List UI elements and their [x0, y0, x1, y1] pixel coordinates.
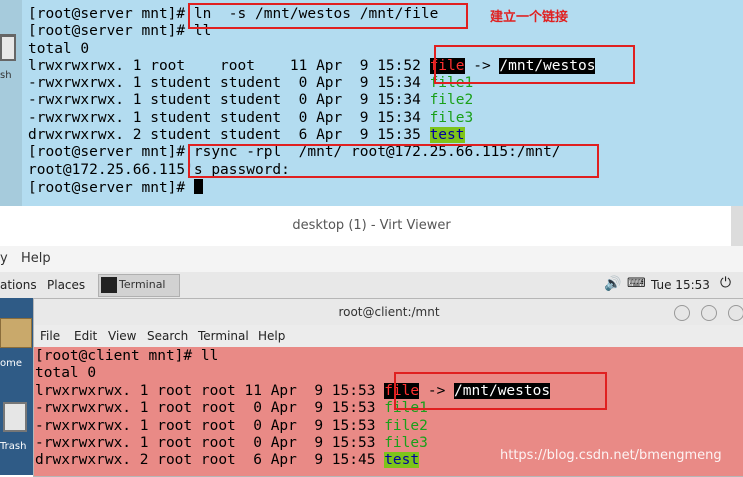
minimize-button[interactable]	[674, 305, 690, 321]
trash-icon[interactable]	[0, 34, 16, 61]
client-menubar: File Edit View Search Terminal Help	[34, 325, 743, 347]
terminal-icon	[101, 277, 117, 293]
annotation-box-rsync	[188, 144, 599, 178]
cursor	[193, 178, 203, 194]
clock[interactable]: Tue 15:53	[651, 278, 710, 292]
menu-view[interactable]: y	[0, 251, 8, 266]
virt-viewer-titlebar: desktop (1) - Virt Viewer	[0, 206, 743, 247]
menu-help[interactable]: Help	[258, 329, 285, 343]
terminal-line: -rwxrwxrwx. 1 student student 0 Apr 9 15…	[28, 75, 474, 92]
trash-icon[interactable]	[3, 402, 27, 432]
terminal-line: -rwxrwxrwx. 1 root root 0 Apr 9 15:53 fi…	[35, 417, 428, 434]
home-folder-icon[interactable]	[0, 318, 32, 348]
volume-icon[interactable]: 🔊	[604, 276, 621, 292]
network-icon[interactable]: ⌨	[627, 276, 646, 291]
places-menu[interactable]: Places	[47, 278, 85, 292]
terminal-line: total 0	[28, 40, 90, 57]
scrollbar[interactable]	[731, 206, 743, 246]
close-button[interactable]	[728, 305, 743, 321]
server-terminal[interactable]: sh [root@server mnt]# ln -s /mnt/westos …	[0, 0, 743, 206]
terminal-line: [root@server mnt]#	[28, 178, 203, 196]
top-panel: ations Places Terminal 🔊 ⌨ Tue 15:53 ⏻	[0, 272, 743, 299]
terminal-line: -rwxrwxrwx. 1 root root 0 Apr 9 15:53 fi…	[35, 435, 428, 452]
maximize-button[interactable]	[701, 305, 717, 321]
terminal-line: [root@client mnt]# ll	[35, 348, 219, 364]
taskbar-terminal-label: Terminal	[119, 278, 166, 291]
menu-help[interactable]: Help	[21, 251, 51, 266]
terminal-line: -rwxrwxrwx. 1 student student 0 Apr 9 15…	[28, 92, 474, 109]
annotation-box-ln	[188, 3, 468, 29]
terminal-line: -rwxrwxrwx. 1 root root 0 Apr 9 15:53 fi…	[35, 400, 428, 417]
taskbar-terminal[interactable]: Terminal	[98, 274, 180, 297]
menu-edit[interactable]: Edit	[74, 329, 97, 343]
terminal-line: -rwxrwxrwx. 1 student student 0 Apr 9 15…	[28, 109, 474, 126]
desktop-strip	[0, 0, 22, 206]
terminal-line: drwxrwxrwx. 2 student student 6 Apr 9 15…	[28, 127, 465, 144]
terminal-line: total 0	[35, 365, 97, 382]
menu-file[interactable]: File	[40, 329, 60, 343]
annotation-box-symlink	[434, 45, 635, 84]
window-title: desktop (1) - Virt Viewer	[292, 218, 451, 233]
menu-search[interactable]: Search	[147, 329, 188, 343]
client-titlebar[interactable]: root@client:/mnt	[34, 299, 743, 325]
applications-menu[interactable]: ations	[0, 278, 37, 292]
trash-label: sh	[0, 70, 12, 81]
annotation-note: 建立一个链接	[490, 10, 569, 25]
trash-label: Trash	[0, 441, 27, 452]
menu-terminal[interactable]: Terminal	[198, 329, 249, 343]
terminal-line: [root@server mnt]# ll	[28, 23, 212, 40]
power-icon[interactable]: ⏻	[720, 275, 731, 291]
home-label: ome	[0, 358, 23, 369]
client-window-title: root@client:/mnt	[338, 305, 440, 319]
virt-viewer-menubar: y Help	[0, 246, 743, 272]
menu-view[interactable]: View	[108, 329, 136, 343]
terminal-line: drwxrwxrwx. 2 root root 6 Apr 9 15:45 te…	[35, 452, 420, 469]
annotation-box-client-symlink	[394, 372, 607, 410]
watermark: https://blog.csdn.net/bmengmeng	[500, 448, 722, 463]
